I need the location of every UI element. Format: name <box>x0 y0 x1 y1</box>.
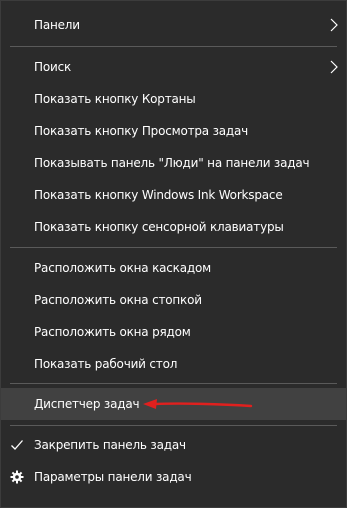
checkmark-icon <box>11 440 23 450</box>
menu-item-stack-windows[interactable]: Расположить окна стопкой <box>1 284 346 316</box>
menu-item-label: Панели <box>34 18 80 32</box>
menu-item-toolbars[interactable]: Панели <box>1 9 346 41</box>
menu-separator <box>10 247 337 248</box>
menu-item-label: Параметры панели задач <box>34 470 192 484</box>
menu-item-show-touch-keyboard[interactable]: Показать кнопку сенсорной клавиатуры <box>1 211 346 243</box>
menu-separator <box>10 425 337 426</box>
menu-item-side-by-side-windows[interactable]: Расположить окна рядом <box>1 316 346 348</box>
menu-separator <box>10 383 337 384</box>
menu-item-label: Показать рабочий стол <box>34 357 178 371</box>
menu-item-label: Показать кнопку сенсорной клавиатуры <box>34 220 284 234</box>
menu-item-show-task-view[interactable]: Показать кнопку Просмотра задач <box>1 115 346 147</box>
menu-item-label: Расположить окна каскадом <box>34 261 211 275</box>
menu-item-show-ink-workspace[interactable]: Показать кнопку Windows Ink Workspace <box>1 179 346 211</box>
chevron-right-icon <box>330 18 338 32</box>
menu-item-taskbar-settings[interactable]: Параметры панели задач <box>1 461 346 493</box>
menu-item-label: Диспетчер задач <box>34 397 140 411</box>
menu-item-label: Показать кнопку Просмотра задач <box>34 124 249 138</box>
menu-item-show-people[interactable]: Показывать панель "Люди" на панели задач <box>1 147 346 179</box>
menu-item-label: Показать кнопку Кортаны <box>34 92 196 106</box>
menu-item-show-desktop[interactable]: Показать рабочий стол <box>1 348 346 380</box>
menu-item-cascade-windows[interactable]: Расположить окна каскадом <box>1 252 346 284</box>
menu-item-label: Расположить окна рядом <box>34 325 191 339</box>
menu-item-label: Показать кнопку Windows Ink Workspace <box>34 188 283 202</box>
menu-separator <box>10 46 337 47</box>
taskbar-context-menu: Панели Поиск Показать кнопку Кортаны Пок… <box>0 0 347 508</box>
red-arrow-annotation-icon <box>143 399 253 409</box>
menu-item-label: Показывать панель "Люди" на панели задач <box>34 156 310 170</box>
menu-item-label: Расположить окна стопкой <box>34 293 202 307</box>
menu-item-show-cortana[interactable]: Показать кнопку Кортаны <box>1 83 346 115</box>
menu-item-label: Закрепить панель задач <box>34 438 186 452</box>
gear-icon <box>10 470 24 484</box>
menu-item-label: Поиск <box>34 60 72 74</box>
chevron-right-icon <box>330 60 338 74</box>
menu-item-lock-taskbar[interactable]: Закрепить панель задач <box>1 429 346 461</box>
menu-item-search[interactable]: Поиск <box>1 51 346 83</box>
